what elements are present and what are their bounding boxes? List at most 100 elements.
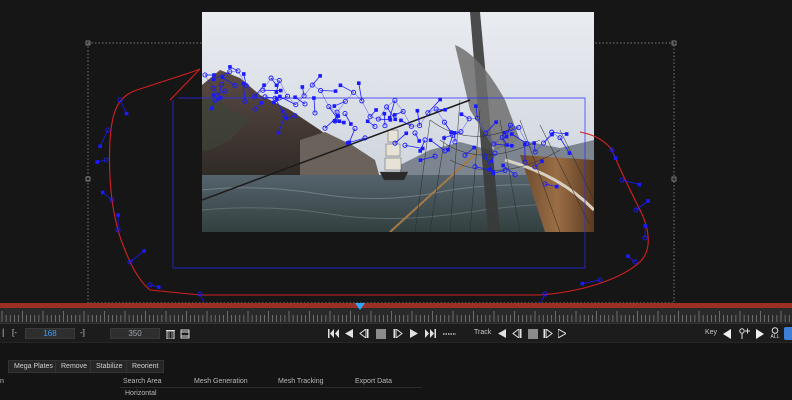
key-label: Key bbox=[705, 329, 718, 336]
trash-icon[interactable] bbox=[164, 327, 176, 340]
mesh-handle-point bbox=[333, 89, 338, 93]
section-mesh-generation[interactable]: Mesh Generation bbox=[194, 378, 248, 385]
mesh-handle-point bbox=[522, 142, 527, 147]
track-forward-icon[interactable] bbox=[557, 327, 567, 340]
mesh-handle-point bbox=[293, 95, 297, 100]
mesh-handle-point bbox=[211, 93, 216, 97]
tab-mega-plates[interactable]: Mega Plates bbox=[8, 360, 59, 373]
mesh-handle-point bbox=[474, 104, 478, 109]
mesh-handle-point bbox=[98, 144, 102, 149]
mesh-handle bbox=[129, 250, 145, 263]
tab-reorient[interactable]: Reorient bbox=[126, 360, 165, 373]
mesh-handle-point bbox=[472, 145, 476, 150]
mesh-handle-point bbox=[211, 77, 216, 82]
mesh-handle-point bbox=[399, 118, 403, 123]
mesh-handle-point bbox=[540, 159, 544, 164]
mesh-handle-point bbox=[276, 130, 281, 135]
mesh-handle-point bbox=[374, 108, 378, 112]
mesh-handle-point bbox=[532, 141, 537, 145]
play-forward-icon[interactable] bbox=[408, 327, 420, 340]
mesh-handle-point bbox=[387, 115, 392, 120]
track-step-forward-icon[interactable] bbox=[542, 327, 554, 340]
mesh-handle-point bbox=[280, 109, 285, 114]
add-key-icon[interactable] bbox=[737, 327, 751, 340]
mesh-handle-point bbox=[284, 116, 289, 121]
mesh-handle-point bbox=[418, 158, 423, 162]
mesh-handle-point bbox=[274, 90, 279, 94]
next-key-icon[interactable] bbox=[755, 327, 765, 340]
track-step-backward-icon[interactable] bbox=[511, 327, 523, 340]
mesh-handle-point bbox=[613, 156, 618, 161]
out-point-button[interactable]: -] bbox=[80, 328, 85, 337]
mesh-handle-point bbox=[336, 114, 341, 118]
mesh-handle-point bbox=[241, 72, 246, 76]
tab-remove[interactable]: Remove bbox=[55, 360, 94, 373]
mesh-handle-point bbox=[228, 65, 232, 69]
viewer-canvas[interactable] bbox=[0, 0, 792, 303]
mesh-handle-point bbox=[356, 81, 361, 85]
mesh-handle-point bbox=[142, 249, 146, 253]
go-to-start-icon[interactable] bbox=[327, 327, 339, 340]
playhead-marker[interactable] bbox=[355, 303, 365, 313]
mesh-handle-point bbox=[626, 254, 630, 259]
section-divider bbox=[120, 387, 422, 388]
mesh-handle-point bbox=[393, 117, 398, 122]
current-frame-field[interactable]: 168 bbox=[25, 328, 75, 339]
mesh-handle-point bbox=[459, 112, 464, 117]
section-search-area[interactable]: Search Area bbox=[123, 378, 162, 385]
tab-stabilize[interactable]: Stabilize bbox=[90, 360, 129, 373]
mesh-handle-point bbox=[567, 151, 572, 155]
mesh-handle-point bbox=[349, 122, 353, 126]
mesh-handle-point bbox=[646, 199, 650, 203]
mesh-handle-point bbox=[100, 190, 105, 195]
truncated-left-text: n bbox=[0, 378, 4, 385]
mesh-handle-point bbox=[345, 141, 350, 145]
module-panel: Mega Plates Remove Stabilize Reorient n … bbox=[0, 342, 792, 400]
mesh-handle-point bbox=[415, 108, 420, 113]
mesh-handle-point bbox=[443, 107, 447, 112]
mesh-handle-point bbox=[312, 96, 316, 100]
mesh-handle-point bbox=[501, 163, 505, 168]
section-mesh-tracking[interactable]: Mesh Tracking bbox=[278, 378, 324, 385]
mesh-handle-point bbox=[417, 139, 422, 143]
mesh-handle-point bbox=[510, 143, 514, 148]
track-stop-icon[interactable] bbox=[527, 327, 539, 340]
stop-icon[interactable] bbox=[375, 327, 387, 340]
tracking-overlay[interactable] bbox=[0, 0, 792, 303]
mesh-handle bbox=[99, 129, 109, 147]
mesh-handle-point bbox=[442, 136, 446, 140]
mesh-handle-point bbox=[156, 285, 161, 289]
source-footage-image bbox=[202, 12, 594, 232]
mesh-handle-point bbox=[332, 104, 337, 108]
mesh-handle-point bbox=[337, 119, 342, 124]
mesh-handle-point bbox=[342, 120, 346, 125]
timeline-ruler[interactable] bbox=[0, 308, 792, 323]
mesh-handle-point bbox=[637, 182, 642, 187]
end-frame-field[interactable]: 350 bbox=[110, 328, 160, 339]
mesh-handle-point bbox=[259, 100, 264, 105]
section-export-data[interactable]: Export Data bbox=[355, 378, 392, 385]
mesh-handle-point bbox=[392, 113, 397, 117]
loop-toggle-icon[interactable] bbox=[442, 327, 456, 340]
step-forward-icon[interactable] bbox=[392, 327, 404, 340]
in-point-button[interactable]: [- bbox=[12, 328, 17, 337]
mesh-handle-point bbox=[580, 281, 585, 286]
transport-bar: | [- 168 -] 350 Track Key ALL bbox=[0, 323, 792, 342]
mesh-handle-point bbox=[428, 138, 433, 143]
mesh-handle-point bbox=[418, 149, 423, 153]
mesh-handle-point bbox=[210, 106, 214, 111]
frame-range-icon[interactable] bbox=[179, 327, 191, 340]
timeline-bar[interactable] bbox=[0, 303, 792, 323]
search-area-horizontal-label: Horizontal bbox=[125, 390, 157, 397]
all-keys-button[interactable]: ALL bbox=[769, 327, 781, 340]
step-backward-icon[interactable] bbox=[358, 327, 370, 340]
play-backward-icon[interactable] bbox=[343, 327, 355, 340]
track-backward-icon[interactable] bbox=[497, 327, 507, 340]
prev-key-icon[interactable] bbox=[722, 327, 732, 340]
go-to-end-icon[interactable] bbox=[424, 327, 436, 340]
mesh-handle bbox=[582, 279, 601, 284]
mesh-handle-point bbox=[272, 100, 276, 105]
mesh-handle-point bbox=[278, 88, 283, 93]
auto-key-toggle[interactable] bbox=[784, 327, 792, 340]
mesh-handle-point bbox=[564, 132, 569, 136]
